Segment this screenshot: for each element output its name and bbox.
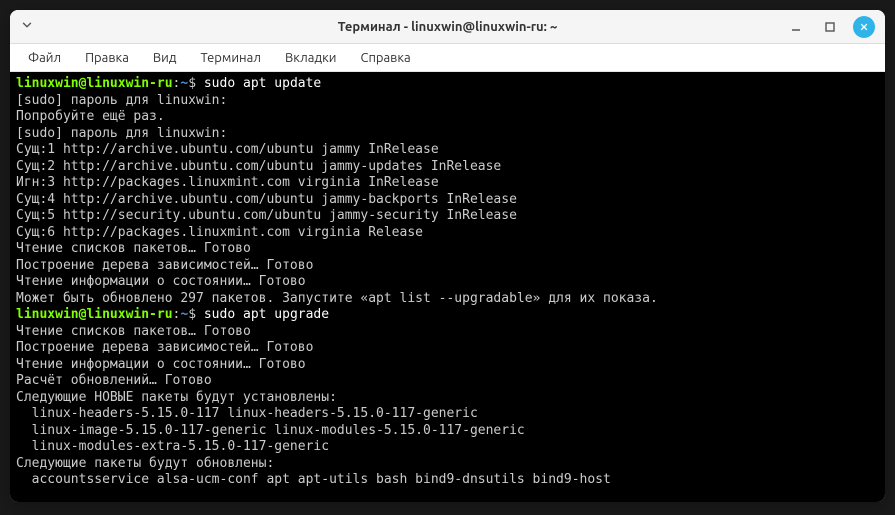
output-line: Чтение информации о состоянии… Готово [16,274,306,289]
output-line: [sudo] пароль для linuxwin: [16,126,227,141]
output-line: linux-headers-5.15.0-117 linux-headers-5… [16,406,478,421]
prompt-symbol: $ [188,307,196,322]
maximize-button[interactable] [819,16,841,38]
output-line: [sudo] пароль для linuxwin: [16,93,227,108]
output-line: Следующие пакеты будут обновлены: [16,456,274,471]
menu-terminal[interactable]: Терминал [190,47,270,69]
menubar: Файл Правка Вид Терминал Вкладки Справка [10,44,885,72]
output-line: Игн:3 http://packages.linuxmint.com virg… [16,175,439,190]
titlebar-left [20,17,110,36]
menu-help[interactable]: Справка [350,47,420,69]
menu-edit[interactable]: Правка [75,47,139,69]
output-line: Сущ:2 http://archive.ubuntu.com/ubuntu j… [16,159,501,174]
output-line: linux-modules-extra-5.15.0-117-generic [16,439,329,454]
titlebar[interactable]: Терминал - linuxwin@linuxwin-ru: ~ [10,10,885,44]
output-line: Сущ:1 http://archive.ubuntu.com/ubuntu j… [16,142,439,157]
output-line: Чтение списков пакетов… Готово [16,324,251,339]
terminal-window: Терминал - linuxwin@linuxwin-ru: ~ Файл … [10,10,885,502]
output-line: Сущ:4 http://archive.ubuntu.com/ubuntu j… [16,192,517,207]
output-line: Сущ:6 http://packages.linuxmint.com virg… [16,225,423,240]
output-line: Построение дерева зависимостей… Готово [16,258,313,273]
menu-chevron-icon[interactable] [20,17,34,36]
prompt-user: linuxwin@linuxwin-ru [16,76,173,91]
window-title: Терминал - linuxwin@linuxwin-ru: ~ [110,20,785,34]
output-line: linux-image-5.15.0-117-generic linux-mod… [16,423,525,438]
menu-tabs[interactable]: Вкладки [275,47,347,69]
window-controls [785,16,875,38]
command-2: sudo apt upgrade [204,307,329,322]
menu-view[interactable]: Вид [143,47,187,69]
output-line: Следующие НОВЫЕ пакеты будут установлены… [16,390,337,405]
command-1: sudo apt update [204,76,321,91]
prompt-symbol: $ [188,76,196,91]
output-line: accountsservice alsa-ucm-conf apt apt-ut… [16,472,611,487]
output-line: Чтение списков пакетов… Готово [16,241,251,256]
terminal-content[interactable]: linuxwin@linuxwin-ru:~$ sudo apt update … [10,72,885,502]
output-line: Попробуйте ещё раз. [16,109,165,124]
prompt-user: linuxwin@linuxwin-ru [16,307,173,322]
output-line: Построение дерева зависимостей… Готово [16,340,313,355]
menu-file[interactable]: Файл [18,47,71,69]
output-line: Чтение информации о состоянии… Готово [16,357,306,372]
minimize-button[interactable] [785,16,807,38]
close-button[interactable] [853,16,875,38]
output-line: Сущ:5 http://security.ubuntu.com/ubuntu … [16,208,517,223]
output-line: Расчёт обновлений… Готово [16,373,212,388]
output-line: Может быть обновлено 297 пакетов. Запуст… [16,291,658,306]
